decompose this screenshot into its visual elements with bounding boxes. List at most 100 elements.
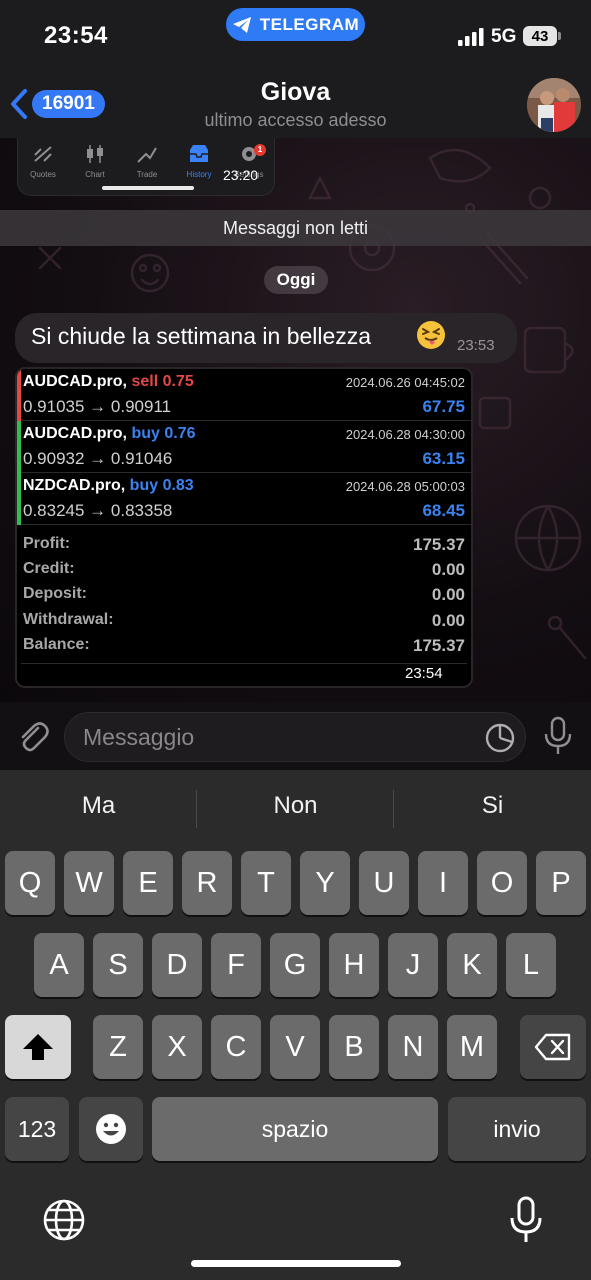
emoji-key[interactable]: [79, 1097, 143, 1161]
key-s[interactable]: S: [93, 933, 143, 997]
key-d[interactable]: D: [152, 933, 202, 997]
summary-row-profit: Profit: 175.37: [17, 532, 471, 557]
key-p[interactable]: P: [536, 851, 586, 915]
shift-arrow-icon: [23, 1034, 53, 1060]
message-text: Si chiude la settimana in bellezza: [31, 323, 372, 349]
key-e[interactable]: E: [123, 851, 173, 915]
image-divider: [21, 663, 467, 664]
prev-image-time: 23:20: [223, 167, 259, 183]
status-clock: 23:54: [44, 22, 108, 49]
trade-history-image-message[interactable]: AUDCAD.pro, sell 0.75 2024.06.26 04:45:0…: [15, 367, 473, 688]
microphone-icon[interactable]: [543, 716, 573, 756]
key-a[interactable]: A: [34, 933, 84, 997]
key-h[interactable]: H: [329, 933, 379, 997]
prev-tab-label: History: [186, 170, 212, 179]
key-x[interactable]: X: [152, 1015, 202, 1079]
battery-icon: 43: [523, 26, 561, 46]
quotes-icon: [34, 146, 52, 162]
prev-tab-settings: Settings: [224, 144, 274, 179]
squinting-tongue-emoji-icon: [417, 321, 445, 349]
key-z[interactable]: Z: [93, 1015, 143, 1079]
trade-symbol: AUDCAD.pro, buy 0.76: [23, 425, 195, 443]
image-message-time: 23:54: [405, 665, 443, 682]
summary-label: Credit:: [23, 560, 75, 577]
key-w[interactable]: W: [64, 851, 114, 915]
candlestick-icon: [87, 145, 103, 163]
key-t[interactable]: T: [241, 851, 291, 915]
key-i[interactable]: I: [418, 851, 468, 915]
space-key[interactable]: spazio: [152, 1097, 438, 1161]
summary-label: Deposit:: [23, 585, 87, 602]
key-f[interactable]: F: [211, 933, 261, 997]
message-time: 23:53: [457, 337, 495, 354]
key-u[interactable]: U: [359, 851, 409, 915]
telegram-pill-label: TELEGRAM: [259, 14, 360, 34]
trade-row: AUDCAD.pro, buy 0.76 2024.06.28 04:30:00…: [17, 421, 471, 473]
summary-row-balance: Balance: 175.37: [17, 633, 471, 658]
trade-side: sell 0.75: [131, 373, 194, 390]
globe-icon[interactable]: [42, 1198, 86, 1242]
message-field[interactable]: [64, 712, 526, 762]
key-y[interactable]: Y: [300, 851, 350, 915]
prev-tab-label: Trade: [136, 170, 158, 179]
emoji-smiley-icon: [96, 1114, 126, 1144]
trade-date: 2024.06.28 05:00:03: [345, 479, 465, 494]
shift-key[interactable]: [5, 1015, 71, 1079]
backspace-key[interactable]: [520, 1015, 586, 1079]
key-r[interactable]: R: [182, 851, 232, 915]
summary-label: Balance:: [23, 636, 90, 653]
key-g[interactable]: G: [270, 933, 320, 997]
battery-cap: [558, 32, 561, 40]
trade-symbol-text: AUDCAD.pro,: [23, 425, 127, 442]
contact-avatar[interactable]: [527, 78, 581, 132]
trade-side-bar: [17, 369, 21, 421]
key-c[interactable]: C: [211, 1015, 261, 1079]
trade-symbol: NZDCAD.pro, buy 0.83: [23, 477, 194, 495]
prev-tab-label: Quotes: [30, 170, 56, 179]
telegram-plane-icon: [232, 16, 251, 33]
trade-side: buy 0.76: [131, 425, 196, 442]
summary-value: 175.37: [413, 636, 465, 655]
trade-symbol: AUDCAD.pro, sell 0.75: [23, 373, 194, 391]
previous-image-message[interactable]: Quotes Chart Trade History Settings 1 23…: [17, 138, 275, 196]
suggestion-3[interactable]: Si: [394, 792, 591, 820]
trade-profit: 63.15: [422, 449, 465, 468]
trade-side: buy 0.83: [129, 477, 194, 494]
paperclip-icon[interactable]: [14, 718, 50, 754]
trade-date: 2024.06.26 04:45:02: [345, 375, 465, 390]
return-key[interactable]: invio: [448, 1097, 586, 1161]
summary-value: 0.00: [431, 585, 465, 604]
trade-side-bar: [17, 421, 21, 473]
message-input[interactable]: [83, 720, 463, 754]
chat-header: 16901 Giova ultimo accesso adesso: [0, 70, 591, 138]
keyboard: Ma Non Si Q W E R T Y U I O P A S D F G …: [0, 770, 591, 1280]
suggestion-1[interactable]: Ma: [0, 792, 197, 820]
key-o[interactable]: O: [477, 851, 527, 915]
prev-tab-label: Chart: [85, 170, 105, 179]
summary-label: Withdrawal:: [23, 611, 114, 628]
summary-value: 0.00: [431, 560, 465, 579]
status-bar: 23:54 TELEGRAM 5G 43: [0, 0, 591, 70]
numbers-key[interactable]: 123: [5, 1097, 69, 1161]
trade-prices: 0.91035 → 0.90911: [23, 397, 172, 416]
avatar-photo: [527, 78, 581, 132]
key-v[interactable]: V: [270, 1015, 320, 1079]
prev-tab-history: History: [174, 144, 224, 179]
key-j[interactable]: J: [388, 933, 438, 997]
incoming-message[interactable]: Si chiude la settimana in bellezza 23:53: [15, 313, 517, 363]
key-m[interactable]: M: [447, 1015, 497, 1079]
key-q[interactable]: Q: [5, 851, 55, 915]
key-l[interactable]: L: [506, 933, 556, 997]
trade-date: 2024.06.28 04:30:00: [345, 427, 465, 442]
dictation-microphone-icon[interactable]: [508, 1196, 544, 1244]
key-n[interactable]: N: [388, 1015, 438, 1079]
telegram-return-pill[interactable]: TELEGRAM: [226, 8, 365, 41]
key-b[interactable]: B: [329, 1015, 379, 1079]
suggestion-2[interactable]: Non: [197, 792, 394, 820]
sticker-icon[interactable]: [484, 722, 516, 754]
cellular-signal-icon: [458, 28, 484, 46]
trade-side-bar: [17, 473, 21, 525]
trade-prices: 0.90932 → 0.91046: [23, 449, 173, 468]
contact-name[interactable]: Giova: [0, 78, 591, 107]
key-k[interactable]: K: [447, 933, 497, 997]
